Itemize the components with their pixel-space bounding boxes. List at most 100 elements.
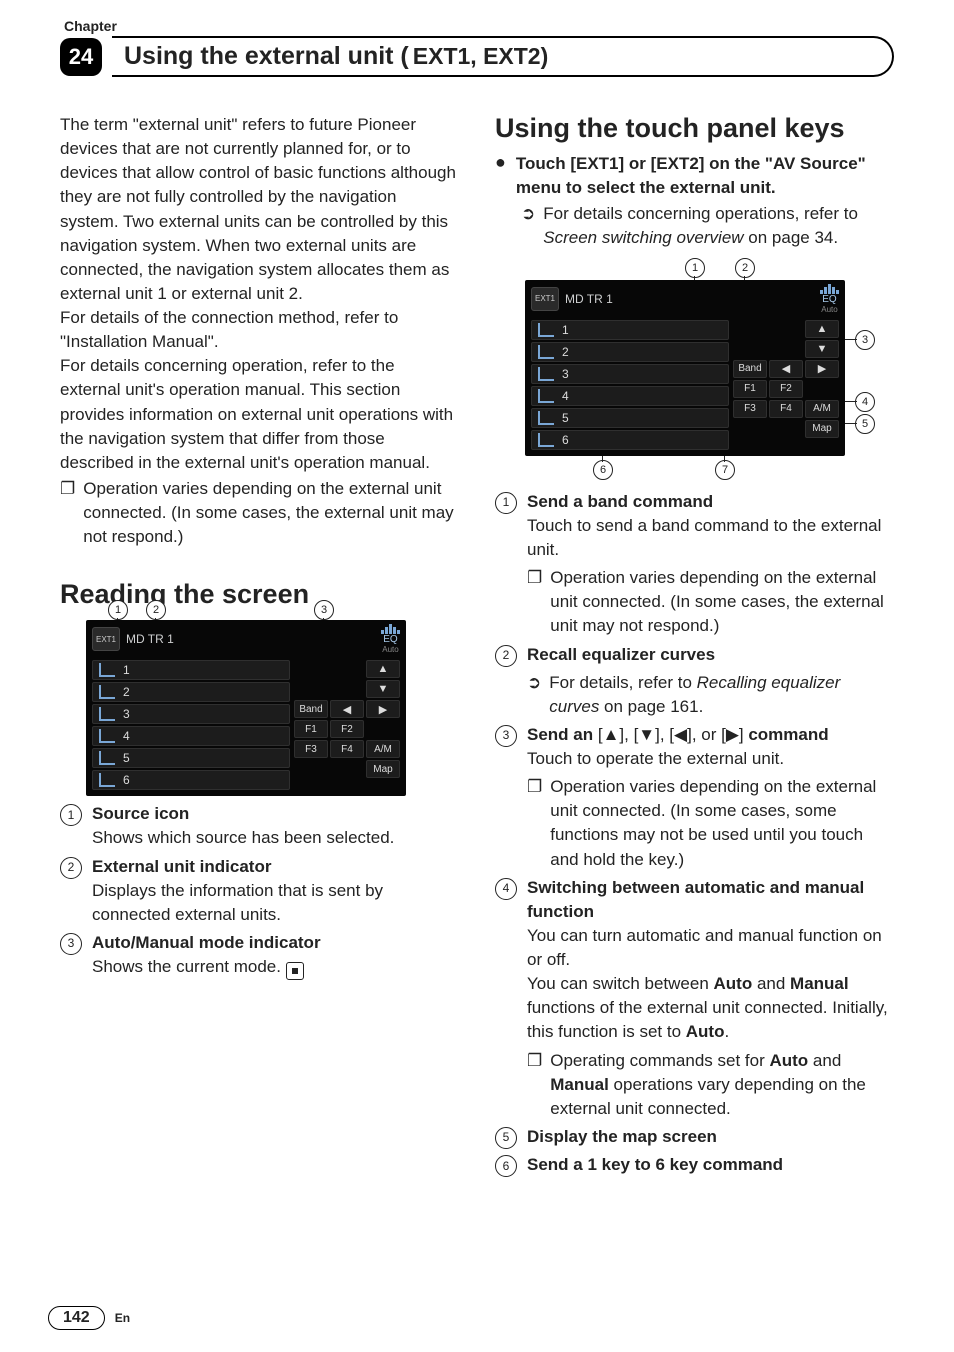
enum-marker: 5 — [495, 1127, 517, 1149]
note-bullet-icon: ❐ — [60, 477, 75, 549]
note-bullet-icon: ❐ — [527, 1049, 542, 1121]
device-screenshot-left: EXT1 MD TR 1 EQ Auto 1 2 3 4 — [86, 620, 406, 796]
intro-paragraph-3: For details concerning operation, refer … — [60, 354, 459, 475]
touch-item-desc: Touch to send a band command to the exte… — [527, 514, 894, 562]
callout-r2: 2 — [735, 258, 755, 278]
callout-r7: 7 — [715, 460, 735, 480]
list-item[interactable]: 5 — [531, 408, 729, 428]
preset-list: 1 2 3 4 5 6 — [531, 320, 729, 450]
touch-item-note: Operating commands set for Auto and Manu… — [550, 1049, 894, 1121]
list-item[interactable]: 4 — [92, 726, 290, 746]
enum-marker: 4 — [495, 878, 517, 900]
list-item[interactable]: 1 — [531, 320, 729, 340]
touch-item-ref: For details, refer to Recalling equalize… — [549, 671, 894, 719]
map-button[interactable]: Map — [805, 420, 839, 438]
f2-button[interactable]: F2 — [330, 720, 364, 738]
f1-button[interactable]: F1 — [294, 720, 328, 738]
left-button[interactable]: ◀ — [769, 360, 803, 378]
chapter-title: Using the external unit (EXT1, EXT2) — [112, 36, 894, 77]
control-pad: ▲ ▼ Band ◀ ▶ F1 F2 F3 F4 A/M Map — [294, 660, 400, 790]
touch-lead: Touch [EXT1] or [EXT2] on the "AV Source… — [516, 152, 894, 200]
enum-marker: 3 — [495, 725, 517, 747]
callout-2: 2 — [146, 600, 166, 620]
note-bullet-icon: ❐ — [527, 775, 542, 872]
right-button[interactable]: ▶ — [366, 700, 400, 718]
page-number: 142 — [48, 1306, 105, 1330]
list-item[interactable]: 1 — [92, 660, 290, 680]
list-item[interactable]: 3 — [531, 364, 729, 384]
enum-marker: 3 — [60, 933, 82, 955]
f4-button[interactable]: F4 — [769, 400, 803, 418]
list-item[interactable]: 5 — [92, 748, 290, 768]
left-column: The term "external unit" refers to futur… — [60, 113, 459, 1177]
reference-arrow-icon: ➲ — [527, 671, 541, 719]
reading-item-title: Source icon — [92, 802, 394, 826]
callout-3: 3 — [314, 600, 334, 620]
list-item[interactable]: 2 — [531, 342, 729, 362]
f3-button[interactable]: F3 — [733, 400, 767, 418]
am-button[interactable]: A/M — [805, 400, 839, 418]
device-screenshot-right: EXT1 MD TR 1 EQ Auto 1 2 3 4 — [525, 280, 845, 456]
callout-r1: 1 — [685, 258, 705, 278]
right-button[interactable]: ▶ — [805, 360, 839, 378]
list-item[interactable]: 4 — [531, 386, 729, 406]
band-button[interactable]: Band — [733, 360, 767, 378]
left-button[interactable]: ◀ — [330, 700, 364, 718]
status-text: MD TR 1 — [126, 632, 174, 646]
touch-item-title: Switching between automatic and manual f… — [527, 876, 894, 924]
eq-indicator[interactable]: EQ Auto — [820, 284, 839, 314]
intro-note: Operation varies depending on the extern… — [83, 477, 459, 549]
f2-button[interactable]: F2 — [769, 380, 803, 398]
band-button[interactable]: Band — [294, 700, 328, 718]
preset-list: 1 2 3 4 5 6 — [92, 660, 290, 790]
reading-item-title: External unit indicator — [92, 855, 459, 879]
list-item[interactable]: 6 — [92, 770, 290, 790]
status-text: MD TR 1 — [565, 292, 613, 306]
source-icon: EXT1 — [531, 287, 559, 311]
chapter-label: Chapter — [64, 18, 894, 34]
list-item[interactable]: 6 — [531, 430, 729, 450]
up-button[interactable]: ▲ — [805, 320, 839, 338]
page-footer: 142 En — [48, 1306, 130, 1330]
list-item[interactable]: 3 — [92, 704, 290, 724]
map-button[interactable]: Map — [366, 760, 400, 778]
language-label: En — [115, 1311, 130, 1325]
touch-item-desc2: You can switch between Auto and Manual f… — [527, 972, 894, 1044]
touch-item-title: Recall equalizer curves — [527, 643, 894, 667]
up-button[interactable]: ▲ — [366, 660, 400, 678]
f1-button[interactable]: F1 — [733, 380, 767, 398]
touch-item-desc: Touch to operate the external unit. — [527, 747, 894, 771]
touch-item-note: Operation varies depending on the extern… — [550, 775, 894, 872]
reading-item-desc: Displays the information that is sent by… — [92, 879, 459, 927]
source-icon: EXT1 — [92, 627, 120, 651]
touch-item-desc: You can turn automatic and manual functi… — [527, 924, 894, 972]
stop-icon — [286, 962, 304, 980]
touch-item-title: Send a band command — [527, 490, 894, 514]
callout-r4: 4 — [855, 392, 875, 412]
chapter-number-badge: 24 — [60, 38, 102, 76]
enum-marker: 2 — [495, 645, 517, 667]
am-button[interactable]: A/M — [366, 740, 400, 758]
bullet-icon: ● — [495, 152, 506, 174]
enum-marker: 1 — [60, 804, 82, 826]
reading-item-desc: Shows the current mode. — [92, 955, 321, 980]
down-button[interactable]: ▼ — [366, 680, 400, 698]
control-pad: ▲ ▼ Band ◀ ▶ F1 F2 F3 F4 A/M Map — [733, 320, 839, 450]
reference-arrow-icon: ➲ — [521, 202, 535, 250]
touch-subnote: For details concerning operations, refer… — [543, 202, 894, 250]
list-item[interactable]: 2 — [92, 682, 290, 702]
touch-item-note: Operation varies depending on the extern… — [550, 566, 894, 638]
enum-marker: 2 — [60, 857, 82, 879]
callout-r5: 5 — [855, 414, 875, 434]
down-button[interactable]: ▼ — [805, 340, 839, 358]
reading-item-title: Auto/Manual mode indicator — [92, 931, 321, 955]
touch-heading: Using the touch panel keys — [495, 113, 894, 144]
f3-button[interactable]: F3 — [294, 740, 328, 758]
eq-indicator: EQ Auto — [381, 624, 400, 654]
right-column: Using the touch panel keys ● Touch [EXT1… — [495, 113, 894, 1177]
f4-button[interactable]: F4 — [330, 740, 364, 758]
touch-item-title: Send an [▲], [▼], [◀], or [▶] command — [527, 723, 894, 747]
enum-marker: 1 — [495, 492, 517, 514]
chapter-title-rest: EXT1, EXT2) — [413, 43, 548, 70]
intro-paragraph-1: The term "external unit" refers to futur… — [60, 113, 459, 306]
